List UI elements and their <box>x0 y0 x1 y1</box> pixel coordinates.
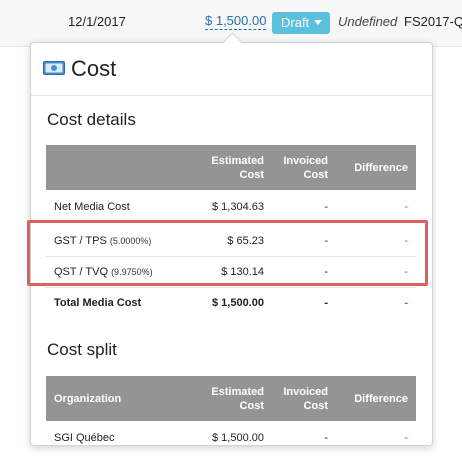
header-estimated-cost: Estimated Cost <box>211 154 264 181</box>
row-difference: - <box>404 266 408 278</box>
header-difference: Difference <box>354 161 408 174</box>
cost-details-table: Estimated Cost Invoiced Cost Difference … <box>46 145 416 315</box>
tax-rate: (5.0000%) <box>109 236 152 246</box>
row-invoiced: - <box>324 235 328 247</box>
header-invoiced-cost: Invoiced Cost <box>283 154 328 181</box>
header-difference: Difference <box>354 392 408 405</box>
row-label: QST / TVQ <box>54 266 108 278</box>
table-row: GST / TPS (5.0000%) $ 65.23 - - <box>46 226 416 257</box>
row-label: GST / TPS <box>54 235 107 247</box>
row-invoiced: - <box>324 432 328 444</box>
status-label: Draft <box>281 15 310 30</box>
cost-popover: Cost Cost details Estimated Cost Invoice… <box>30 42 433 446</box>
popover-header: Cost <box>31 43 432 96</box>
popover-title: Cost <box>71 56 117 81</box>
total-label: Total Media Cost <box>54 297 142 309</box>
header-organization: Organization <box>54 392 122 405</box>
total-estimated: $ 1,500.00 <box>212 297 264 309</box>
row-invoiced: - <box>324 266 328 278</box>
row-code: FS2017-QC_ <box>404 14 462 29</box>
tax-rate: (9.9750%) <box>111 267 153 277</box>
total-row: Total Media Cost $ 1,500.00 - - <box>46 288 416 318</box>
row-estimated: $ 1,500.00 <box>212 432 264 444</box>
table-header: Estimated Cost Invoiced Cost Difference <box>46 145 416 190</box>
total-invoiced: - <box>324 297 328 309</box>
row-amount-link[interactable]: $ 1,500.00 <box>205 13 267 30</box>
cost-details-title: Cost details <box>47 110 136 129</box>
row-label: SGI Québec <box>54 432 115 444</box>
table-row: SGI Québec $ 1,500.00 - - <box>46 423 416 445</box>
row-label-wrap: QST / TVQ (9.9750%) <box>54 257 204 287</box>
row-estimated: $ 1,304.63 <box>212 201 264 213</box>
header-invoiced-cost: Invoiced Cost <box>283 385 328 412</box>
row-label-wrap: GST / TPS (5.0000%) <box>54 226 204 256</box>
cost-split-table: Organization Estimated Cost Invoiced Cos… <box>46 376 416 445</box>
caret-down-icon <box>314 20 323 26</box>
table-row: Net Media Cost $ 1,304.63 - - <box>46 192 416 223</box>
cost-split-title: Cost split <box>47 340 117 359</box>
row-estimated: $ 130.14 <box>221 266 264 278</box>
row-date: 12/1/2017 <box>68 14 126 29</box>
row-difference: - <box>404 201 408 213</box>
row-label: Net Media Cost <box>54 201 130 213</box>
money-icon <box>43 61 65 75</box>
row-estimated: $ 65.23 <box>227 235 264 247</box>
table-header: Organization Estimated Cost Invoiced Cos… <box>46 376 416 421</box>
status-dropdown-button[interactable]: Draft <box>272 12 331 34</box>
header-estimated-cost: Estimated Cost <box>211 385 264 412</box>
row-difference: - <box>404 432 408 444</box>
row-undefined: Undefined <box>338 14 398 29</box>
total-difference: - <box>404 297 408 309</box>
table-row: QST / TVQ (9.9750%) $ 130.14 - - <box>46 257 416 288</box>
row-difference: - <box>404 235 408 247</box>
row-invoiced: - <box>324 201 328 213</box>
header-label <box>54 145 184 190</box>
